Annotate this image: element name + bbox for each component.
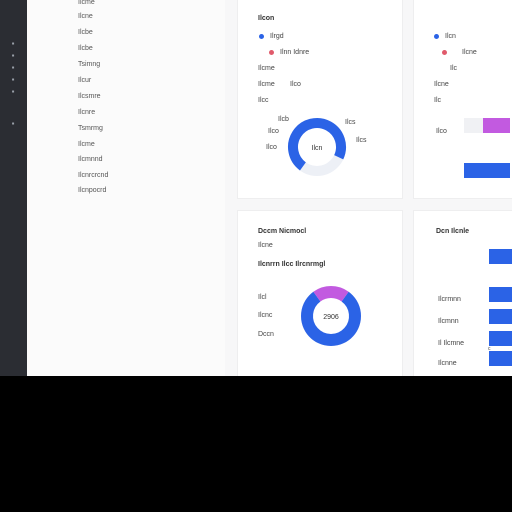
row-label: Ilcme (258, 81, 275, 88)
sidebar-item[interactable]: Ilcbe (78, 44, 93, 54)
donut-center-label: Ilcn (312, 145, 323, 152)
settings-icon[interactable]: ▪ (8, 88, 18, 96)
icon-rail: ▪ ▪ ▪ ▪ ▪ ▪ (0, 0, 27, 376)
panel-subtitle: Ilcne (258, 242, 273, 249)
donut-chart-a: Ilcn (288, 118, 346, 176)
bar-category-label: Ilcrmnn (438, 296, 461, 303)
legend-dot (259, 34, 264, 39)
legend-dot (434, 34, 439, 39)
sidebar-item[interactable]: Ilcsmre (78, 92, 101, 102)
donut-slice-purple (313, 286, 349, 302)
list-icon[interactable]: ▪ (8, 76, 18, 84)
sidebar-item[interactable]: Ilcne (78, 12, 93, 22)
donut-center-value: 2906 (323, 314, 339, 321)
menu-icon[interactable]: ▪ (8, 40, 18, 48)
donut-label: Ilco (266, 144, 277, 151)
row-label: Dccn (258, 331, 274, 338)
donut-chart-c: 2906 (301, 286, 361, 346)
donut-label: Ilcs (356, 137, 367, 144)
row-label: Ilcnc (258, 312, 273, 319)
legend-dot (442, 50, 447, 55)
donut-label: Ilco (268, 128, 279, 135)
bar-label: Ilco (436, 128, 447, 135)
panel-bars: Dcn Ilcnle Ilcrmnn Ilcmnn Il Ilcmne Ilcnne … (414, 211, 512, 376)
sidebar-item[interactable]: Tsmrmg (78, 124, 103, 134)
sidebar-item[interactable]: Ilcnrcrcnd (78, 171, 108, 181)
section-heading: Ilcnrrn Ilcc Ilrcnrmgl (258, 261, 326, 268)
bar-mark (489, 287, 512, 302)
row-label: Ilc (434, 97, 441, 104)
sidebar-item[interactable]: Ilcnpocrd (78, 186, 106, 196)
bottom-letterbox (0, 376, 512, 512)
panel-distribution: Dccm Nicmocl Ilcne Ilcnrrn Ilcc Ilrcnrmg… (238, 211, 402, 376)
panel-overview: Ilcon Ilrgd Ilnn Idnre Ilcme Ilcme Ilco … (238, 0, 402, 198)
sidebar-item[interactable]: Ilcme (78, 140, 95, 150)
legend-label: Ilnn Idnre (280, 49, 310, 56)
row-label: Ilcl (258, 294, 267, 301)
bar-mark (489, 309, 512, 324)
legend-label: Ilcn (445, 33, 456, 40)
row-value: Ilco (290, 81, 301, 88)
bar-purple (483, 118, 510, 133)
row-label: Ilcme (258, 65, 275, 72)
sidebar-item[interactable]: Ilcme (78, 0, 95, 8)
legend-label: Ilcne (462, 49, 477, 56)
app-screen: ▪ ▪ ▪ ▪ ▪ ▪ Ilcme Ilcne Ilcbe Ilcbe Tsim… (0, 0, 512, 376)
sidebar-item[interactable]: Ilcbe (78, 28, 93, 38)
sidebar-item[interactable]: Ilcur (78, 76, 91, 86)
legend-dot (269, 50, 274, 55)
sidebar-item[interactable]: Ilcmnnd (78, 155, 103, 165)
grid-icon[interactable]: ▪ (8, 120, 18, 128)
bar-mark (489, 331, 512, 346)
panel-summary: Ilcn Ilcne Ilc Ilcne Ilc Ilco (414, 0, 512, 198)
row-label: Ilc (450, 65, 457, 72)
bar-category-label: Ilcnne (438, 360, 457, 367)
bar-mark (489, 351, 512, 366)
sidebar-item[interactable]: Tsimng (78, 60, 100, 70)
chart-icon[interactable]: ▪ (8, 64, 18, 72)
row-label: Ilcc (258, 97, 269, 104)
bar-category-label: Ilcmnn (438, 318, 459, 325)
panel-title: Dcn Ilcnle (436, 228, 470, 235)
bar-mark (489, 249, 512, 264)
bar-blue (464, 163, 510, 178)
legend-label: Ilrgd (270, 33, 284, 40)
bar-category-label: Il Ilcmne (438, 340, 465, 347)
panel-title: Dccm Nicmocl (258, 228, 307, 235)
sidebar-item[interactable]: Ilcnre (78, 108, 95, 118)
sidebar: Ilcme Ilcne Ilcbe Ilcbe Tsimng Ilcur Ilc… (27, 0, 225, 376)
row-label: Ilcne (434, 81, 449, 88)
dashboard-icon[interactable]: ▪ (8, 52, 18, 60)
footnote: c (488, 346, 491, 352)
panel-title: Ilcon (258, 15, 275, 22)
